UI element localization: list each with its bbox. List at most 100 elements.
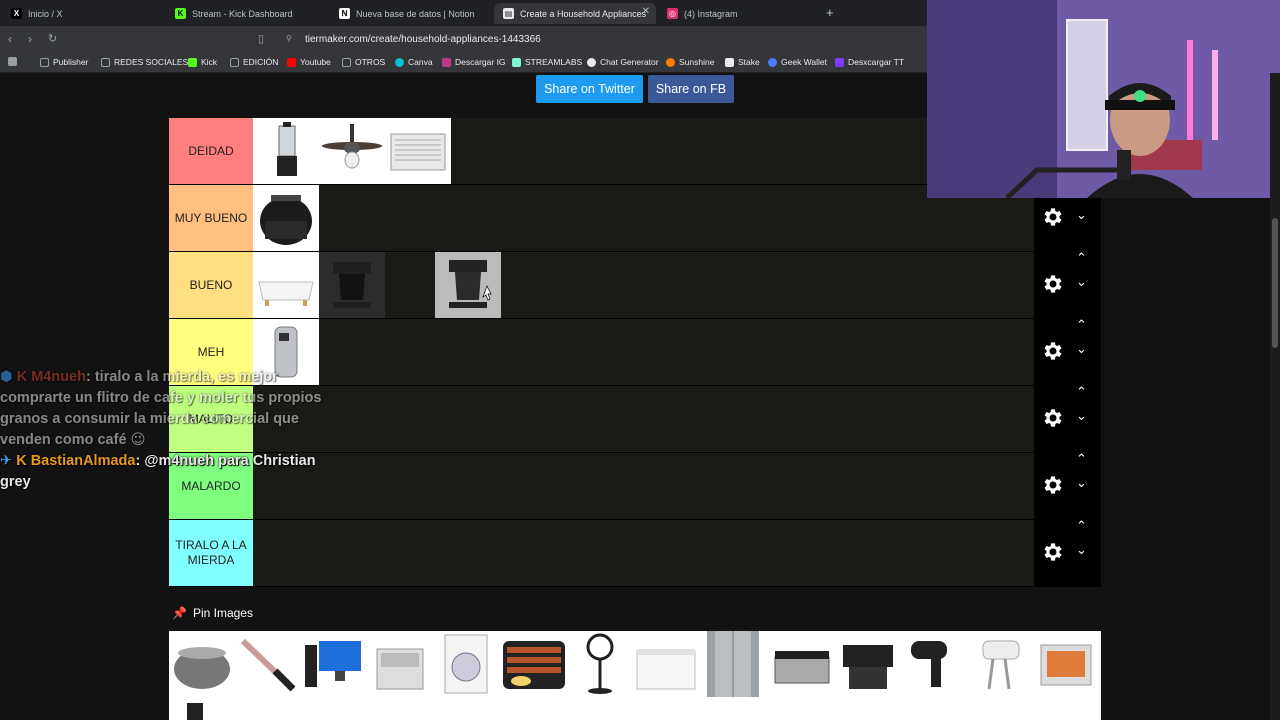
item-ceiling-fan[interactable]	[319, 118, 385, 184]
tab-kick[interactable]: K Stream - Kick Dashboard	[166, 3, 326, 24]
streamlabs-icon	[512, 57, 521, 67]
tier-label[interactable]: MUY BUENO	[169, 185, 253, 251]
bookmark-icon[interactable]: ▯	[258, 32, 264, 45]
pin-images[interactable]: 📌 Pin Images	[172, 606, 253, 620]
tier-controls: ⌃ ⌄	[1034, 317, 1101, 385]
bookmark-publisher[interactable]: Publisher	[40, 57, 88, 67]
chevron-up-icon[interactable]: ⌃	[1076, 518, 1087, 534]
gallery-item-hand-mixer[interactable]	[967, 631, 1033, 697]
gear-icon[interactable]	[1040, 406, 1064, 430]
tab-title: (4) Instagram	[684, 8, 738, 19]
bookmark-kick[interactable]: Kick	[188, 57, 217, 67]
bathtub-image	[258, 281, 314, 306]
chat-username: BastianAlmada	[30, 453, 136, 469]
item-coffee-maker-ghost[interactable]	[319, 252, 385, 318]
new-tab-icon[interactable]: +	[826, 5, 834, 20]
gear-icon[interactable]	[1040, 339, 1064, 363]
chevron-down-icon[interactable]: ⌄	[1076, 408, 1087, 424]
tier-label[interactable]: TIRALO A LA MIERDA	[169, 520, 253, 586]
tier-controls: ⌃ ⌄	[1034, 451, 1101, 519]
chevron-down-icon[interactable]: ⌄	[1076, 274, 1087, 290]
tab-instagram[interactable]: ◎ (4) Instagram	[658, 3, 818, 24]
bookmark-sunshine[interactable]: Sunshine	[666, 57, 714, 67]
gallery-item-panini-press[interactable]	[769, 631, 835, 697]
gallery-item-standing-fan[interactable]	[567, 631, 633, 697]
close-icon[interactable]: ✕	[642, 6, 650, 17]
gear-icon[interactable]	[1040, 205, 1064, 229]
bookmark-label: Desxcargar TT	[848, 57, 905, 67]
bookmark-label: EDICIÓN	[243, 57, 279, 67]
site-info-icon[interactable]: ⚲	[286, 34, 295, 43]
bookmark-stake[interactable]: Stake	[725, 57, 760, 67]
bookmark-chat-generator[interactable]: Chat Generator	[587, 57, 659, 67]
bookmark-desxcargar-tt[interactable]: Desxcargar TT	[835, 57, 904, 67]
chevron-up-icon[interactable]: ⌃	[1076, 250, 1087, 266]
ceiling-fan-image	[322, 124, 382, 169]
air-fryer-image	[260, 195, 312, 245]
bookmark-canva[interactable]: Canva	[395, 57, 433, 67]
tier-label[interactable]: BUENO	[169, 252, 253, 318]
shield-icon: ⬢	[0, 369, 13, 385]
chevron-down-icon[interactable]: ⌄	[1076, 341, 1087, 357]
gear-icon[interactable]	[1040, 540, 1064, 564]
chevron-down-icon[interactable]: ⌄	[1076, 542, 1087, 558]
share-fb-button[interactable]: Share on FB	[648, 75, 734, 103]
youtube-icon	[287, 57, 296, 67]
bookmark-descargar-ig[interactable]: Descargar IG	[442, 57, 506, 67]
chat-username: M4nueh	[31, 369, 86, 385]
gallery-item-grill[interactable]	[835, 631, 901, 697]
x-logo-icon: X	[11, 8, 22, 19]
page-scrollbar[interactable]	[1270, 73, 1280, 720]
bookmark-label: Youtube	[300, 57, 331, 67]
chevron-up-icon[interactable]: ⌃	[1076, 317, 1087, 333]
tab-tiermaker[interactable]: ▤ Create a Household Appliances ✕	[494, 3, 656, 24]
bookmark-otros[interactable]: OTROS	[342, 57, 385, 67]
chevron-down-icon[interactable]: ⌄	[1076, 207, 1087, 223]
item-bathtub[interactable]	[253, 252, 319, 318]
item-air-fryer[interactable]	[253, 185, 319, 251]
gear-icon[interactable]	[1040, 272, 1064, 296]
item-coffee-maker[interactable]	[435, 252, 501, 318]
bookmark-streamlabs[interactable]: STREAMLABS	[512, 57, 582, 67]
item-blender[interactable]	[253, 118, 319, 184]
blender-image	[277, 122, 297, 176]
url-field[interactable]: tiermaker.com/create/household-appliance…	[305, 34, 541, 45]
chevron-up-icon[interactable]: ⌃	[1076, 384, 1087, 400]
gallery-item-hair-dryer[interactable]	[901, 631, 967, 697]
gallery-item-washing-machine[interactable]	[433, 631, 499, 697]
gallery-item-curling-iron[interactable]	[235, 631, 301, 697]
apps-icon[interactable]	[8, 57, 17, 66]
gallery-item-row2[interactable]	[169, 697, 235, 720]
tab-title: Create a Household Appliances	[520, 8, 647, 19]
gallery-item-heater[interactable]	[1033, 631, 1099, 697]
bookmark-geek-wallet[interactable]: Geek Wallet	[768, 57, 827, 67]
bookmark-youtube[interactable]: Youtube	[287, 57, 331, 67]
gallery-item-computer[interactable]	[301, 631, 367, 697]
gallery-item-dishwasher[interactable]	[367, 631, 433, 697]
bookmark-redes-sociales[interactable]: REDES SOCIALES	[101, 57, 188, 67]
chevron-up-icon[interactable]: ⌃	[1076, 451, 1087, 467]
gallery-item-slow-cooker[interactable]	[169, 631, 235, 697]
bookmark-label: Kick	[201, 57, 218, 67]
scrollbar-thumb[interactable]	[1272, 218, 1278, 348]
bookmark-label: Geek Wallet	[781, 57, 827, 67]
bookmark-label: Stake	[738, 57, 760, 67]
tab-x[interactable]: X Inicio / X	[2, 3, 162, 24]
tier-label[interactable]: DEIDAD	[169, 118, 253, 184]
tab-notion[interactable]: N Nueva base de datos | Notion	[330, 3, 490, 24]
back-icon[interactable]: ‹	[8, 32, 12, 46]
share-twitter-button[interactable]: Share on Twitter	[536, 75, 643, 103]
reload-icon[interactable]: ↻	[48, 32, 57, 45]
gear-icon[interactable]	[1040, 473, 1064, 497]
pin-icon: 📌	[172, 606, 187, 620]
item-air-conditioner[interactable]	[385, 118, 451, 184]
gallery-item-refrigerator[interactable]	[707, 631, 759, 697]
tab-title: Stream - Kick Dashboard	[192, 8, 293, 19]
gallery-item-griddle[interactable]	[501, 631, 567, 697]
air-conditioner-image	[390, 133, 446, 171]
instagram-icon: ◎	[667, 8, 678, 19]
forward-icon[interactable]: ›	[28, 32, 32, 46]
bookmark-edicion[interactable]: EDICIÓN	[230, 57, 278, 67]
gallery-item-freezer[interactable]	[633, 631, 699, 697]
chevron-down-icon[interactable]: ⌄	[1076, 475, 1087, 491]
